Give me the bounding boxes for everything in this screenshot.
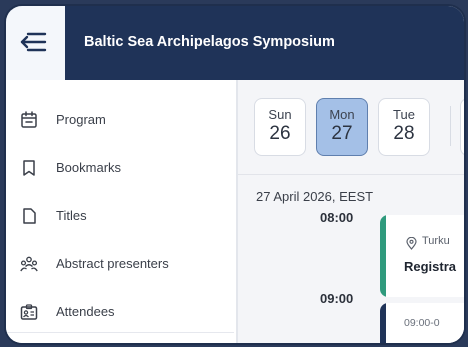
top-bar: Baltic Sea Archipelagos Symposium (6, 6, 464, 80)
sidebar-item-bookmarks[interactable]: Bookmarks (6, 148, 234, 188)
day-number: 26 (269, 123, 291, 144)
sidebar-item-label: Abstract presenters (56, 256, 169, 271)
session-location: Turku (422, 235, 450, 247)
day-name: Sun (268, 107, 292, 122)
badge-icon (20, 304, 38, 320)
time-label-0800: 08:00 (320, 210, 354, 225)
session-card-registration[interactable]: Turku Registra (380, 215, 464, 297)
day-button-mon[interactable]: Mon 27 (316, 98, 368, 156)
calendar-icon (21, 111, 37, 128)
day-separator (450, 106, 451, 146)
session-card-0900[interactable]: 09:00-0 (380, 303, 464, 343)
sidebar-item-label: Program (56, 112, 106, 127)
day-number: 28 (393, 123, 415, 144)
day-selector: Sun 26 Mon 27 Tue 28 (238, 80, 464, 175)
session-accent-bar (380, 303, 386, 343)
day-number: 27 (331, 123, 353, 144)
day-button-tue[interactable]: Tue 28 (378, 98, 430, 156)
session-accent-bar (380, 215, 386, 297)
day-button-sun[interactable]: Sun 26 (254, 98, 306, 156)
collapse-menu-icon (20, 32, 47, 52)
sidebar-item-attendees[interactable]: Attendees (6, 292, 234, 332)
document-icon (23, 208, 36, 224)
session-time: 09:00-0 (404, 317, 440, 329)
sidebar-item-label: Titles (56, 208, 87, 223)
app-window: Baltic Sea Archipelagos Symposium Progra… (6, 6, 464, 343)
time-label-0900: 09:00 (320, 291, 354, 306)
sidebar-divider (6, 332, 234, 333)
day-name: Tue (393, 107, 415, 122)
sidebar-item-label: Bookmarks (56, 160, 122, 175)
sidebar-item-titles[interactable]: Titles (6, 196, 234, 236)
day-button-next[interactable] (460, 98, 464, 156)
sidebar: Program Bookmarks Titles Abstract presen… (6, 80, 234, 343)
sidebar-item-label: Attendees (56, 304, 115, 319)
bookmark-icon (23, 160, 35, 176)
app-title: Baltic Sea Archipelagos Symposium (84, 34, 335, 50)
day-name: Mon (329, 107, 355, 122)
schedule-date-header: 27 April 2026, EEST (256, 189, 374, 204)
sidebar-item-program[interactable]: Program (6, 100, 234, 140)
location-pin-icon (406, 237, 417, 250)
menu-toggle-button[interactable] (6, 6, 65, 80)
schedule-timeline: 27 April 2026, EEST 08:00 09:00 Turku Re… (238, 175, 464, 343)
session-title: Registra (404, 259, 457, 274)
people-group-icon (20, 256, 38, 272)
sidebar-item-abstract-presenters[interactable]: Abstract presenters (6, 244, 234, 284)
